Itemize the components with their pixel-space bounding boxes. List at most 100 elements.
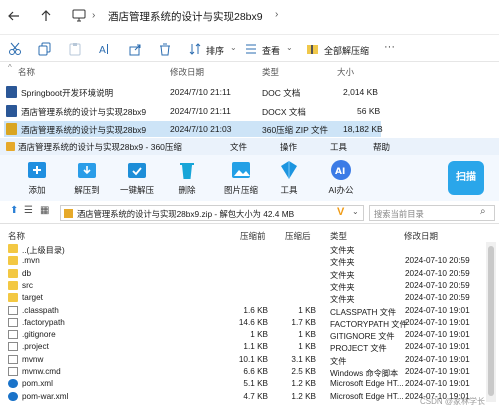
extract-all-button[interactable]: 全部解压缩	[324, 44, 369, 57]
zip-row-name: .classpath	[22, 305, 59, 315]
zip-row[interactable]: mvnw.cmd 6.6 KB 2.5 KB Windows 命令脚本 2024-07-…	[0, 366, 480, 378]
zip-row[interactable]: target 文件夹 2024-07-10 20:59	[0, 292, 480, 304]
cut-icon[interactable]	[8, 42, 22, 56]
col-type[interactable]: 类型	[262, 66, 279, 78]
zip-row[interactable]: .project 1.1 KB 1 KB PROJECT 文件 2024-07-10 1…	[0, 341, 480, 353]
search-icon[interactable]: ⌕	[480, 206, 486, 217]
view-chevron-icon[interactable]: ⌄	[286, 43, 293, 52]
detail-view-icon[interactable]: ▦	[40, 205, 49, 216]
zip-row-compressed: 1 KB	[298, 342, 316, 352]
delete-button[interactable]: 删除	[162, 159, 212, 196]
zip-row-type: PROJECT 文件	[330, 344, 387, 354]
zip-row[interactable]: .classpath 1.6 KB 1 KB CLASSPATH 文件 2024-07-…	[0, 305, 480, 317]
ai-office-button[interactable]: AI AI办公	[316, 159, 366, 196]
up-arrow-icon[interactable]	[40, 10, 52, 22]
tools-label: 工具	[280, 185, 298, 195]
view-icon[interactable]	[244, 42, 258, 56]
zip-row-date: 2024-07-10 19:01	[405, 354, 470, 364]
one-click-extract-button[interactable]: 一键解压	[112, 159, 162, 196]
file-size: 18,182 KB	[343, 124, 383, 134]
zip-row-compressed: 1.2 KB	[291, 391, 316, 401]
zip-row-name: src	[22, 280, 33, 290]
zip-row-name: ..(上级目录)	[22, 246, 65, 255]
file-icon	[8, 305, 18, 315]
breadcrumb[interactable]: 酒店管理系统的设计与实现28bx9	[108, 9, 263, 24]
zip-row-name: mvnw	[22, 354, 44, 364]
menu-help[interactable]: 帮助	[373, 141, 390, 153]
one-click-extract-label: 一键解压	[119, 185, 154, 195]
scan-button[interactable]: 扫描	[448, 161, 484, 195]
file-name: 酒店管理系统的设计与实现28bx9	[21, 125, 147, 135]
col-name[interactable]: 名称	[18, 66, 35, 78]
col-modified[interactable]: 修改日期	[404, 230, 438, 242]
paste-icon[interactable]	[68, 42, 82, 56]
watermark: CSDN @家林学长	[420, 397, 486, 406]
col-modified[interactable]: 修改日期	[170, 66, 204, 78]
extract-all-icon[interactable]	[306, 42, 320, 56]
zip-row[interactable]: db 文件夹 2024-07-10 20:59	[0, 268, 480, 280]
menu-ops[interactable]: 操作	[280, 141, 297, 153]
zip-row[interactable]: src 文件夹 2024-07-10 20:59	[0, 280, 480, 292]
col-size[interactable]: 大小	[337, 66, 354, 78]
back-arrow-icon[interactable]	[8, 10, 20, 22]
sort-button[interactable]: 排序	[206, 44, 224, 57]
add-button[interactable]: 添加	[12, 159, 62, 196]
more-options-icon[interactable]: ···	[384, 41, 395, 53]
col-name[interactable]: 名称	[8, 230, 25, 242]
explorer-file-row-selected[interactable]: 酒店管理系统的设计与实现28bx9 2024/7/10 21:03 360压缩 …	[4, 121, 383, 137]
zip-row-type: 文件夹	[330, 246, 355, 255]
zip-titlebar: 酒店管理系统的设计与实现28bx9 - 360压缩 文件 操作 工具 帮助	[0, 138, 499, 155]
share-icon[interactable]	[128, 42, 142, 56]
list-view-icon[interactable]: ☰	[24, 205, 33, 216]
explorer-column-header: 名称 修改日期 类型 大小 ^	[0, 62, 499, 79]
zip-row[interactable]: .mvn 文件夹 2024-07-10 20:59	[0, 255, 480, 267]
image-compress-button[interactable]: 图片压缩	[216, 159, 266, 196]
zip-title: 酒店管理系统的设计与实现28bx9 - 360压缩	[18, 142, 182, 152]
zip-row-name: pom.xml	[22, 379, 53, 389]
col-type[interactable]: 类型	[330, 230, 347, 242]
zip-row[interactable]: mvnw 10.1 KB 3.1 KB 文件 2024-07-10 19:01	[0, 354, 480, 366]
col-packed[interactable]: 压缩前	[240, 230, 266, 242]
breadcrumb-separator: ›	[92, 10, 96, 21]
zip-row-type: 文件夹	[330, 295, 355, 305]
zip-row-type: Windows 命令脚本	[330, 369, 399, 378]
rename-icon[interactable]: A	[98, 42, 112, 56]
zip-row[interactable]: .gitignore 1 KB 1 KB GITIGNORE 文件 2024-07-10…	[0, 329, 480, 341]
breadcrumb-chevron-icon[interactable]: ›	[275, 9, 278, 20]
tools-button[interactable]: 工具	[264, 159, 314, 196]
path-box[interactable]: 酒店管理系统的设计与实现28bx9.zip - 解包大小为 42.4 MB V …	[60, 205, 364, 221]
monitor-icon[interactable]	[72, 9, 86, 22]
extract-to-button[interactable]: 解压到	[62, 159, 112, 196]
zip-row-name: .gitignore	[22, 330, 56, 340]
file-date: 2024/7/10 21:03	[170, 124, 232, 134]
path-dropdown-icon[interactable]: ⌄	[352, 207, 359, 216]
zip-row-name: .project	[22, 342, 49, 352]
zip-column-header: 名称 压缩前 压缩后 类型 修改日期	[0, 228, 499, 242]
zip-row[interactable]: pom.xml 5.1 KB 1.2 KB Microsoft Edge HT... 2…	[0, 378, 480, 390]
menu-tools[interactable]: 工具	[330, 141, 347, 153]
col-compressed[interactable]: 压缩后	[285, 230, 311, 242]
zip-row[interactable]: pom-war.xml 4.7 KB 1.2 KB Microsoft Edge HT…	[0, 391, 480, 403]
delete-icon[interactable]	[158, 42, 172, 56]
search-input[interactable]: 搜索当前目录 ⌕	[369, 205, 495, 221]
copy-icon[interactable]	[38, 42, 52, 56]
scrollbar-thumb[interactable]	[488, 246, 494, 396]
scrollbar[interactable]	[486, 242, 496, 402]
view-button[interactable]: 查看	[262, 44, 280, 57]
up-level-icon[interactable]: ⬆	[10, 205, 18, 216]
sort-chevron-icon[interactable]: ⌄	[230, 43, 237, 52]
zip-row-date: 2024-07-10 19:01	[405, 342, 470, 352]
menu-file[interactable]: 文件	[230, 141, 247, 153]
zip-row[interactable]: .factorypath 14.6 KB 1.7 KB FACTORYPATH 文件 2…	[0, 317, 480, 329]
zip-app-icon	[6, 142, 15, 151]
add-icon	[26, 159, 48, 181]
explorer-file-row[interactable]: 酒店管理系统的设计与实现28bx9 2024/7/10 21:11 DOCX 文…	[0, 103, 499, 119]
zip-toolbar: 添加 解压到 一键解压 删除 图片压缩 工具 AI AI办公 扫描	[0, 155, 499, 201]
sort-icon[interactable]	[188, 42, 202, 56]
svg-text:AI: AI	[335, 167, 345, 177]
path-text: 酒店管理系统的设计与实现28bx9.zip - 解包大小为 42.4 MB	[77, 209, 295, 219]
folder-icon	[8, 256, 18, 266]
file-type: DOC 文档	[262, 88, 301, 98]
zip-row[interactable]: ..(上级目录) 文件夹	[0, 243, 480, 255]
explorer-file-row[interactable]: Springboot开发环境说明 2024/7/10 21:11 DOC 文档 …	[0, 84, 499, 100]
